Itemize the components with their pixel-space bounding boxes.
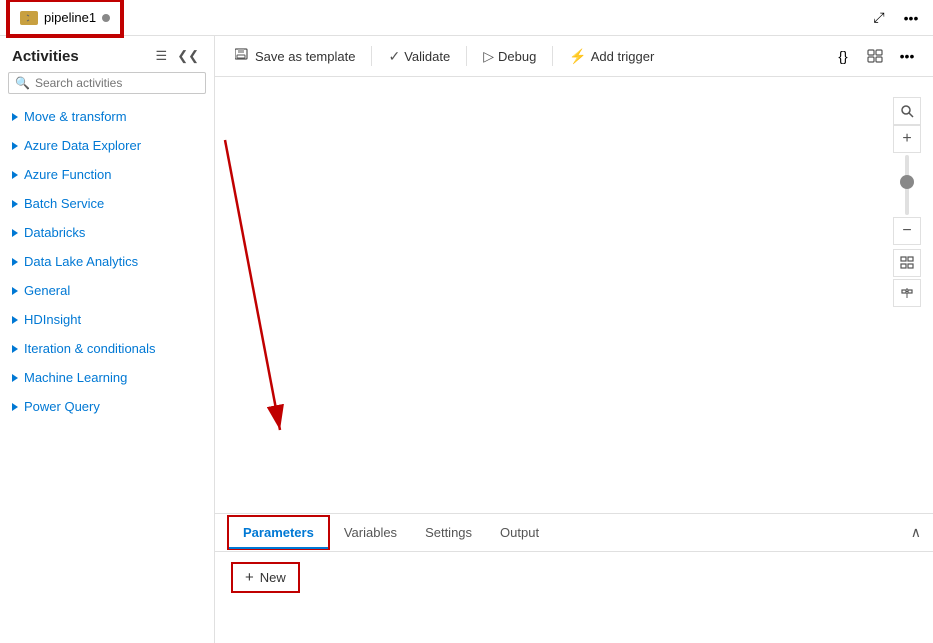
sidebar: Activities ☰ ❮❮ 🔍 Move & transform Azure…: [0, 36, 215, 643]
toolbar-separator-3: [552, 46, 553, 66]
fit-selection-button[interactable]: [893, 279, 921, 307]
add-trigger-icon: ⚡: [569, 48, 586, 65]
chevron-icon: [12, 142, 18, 150]
chevron-icon: [12, 403, 18, 411]
debug-label: Debug: [498, 49, 536, 64]
fit-screen-button[interactable]: [893, 249, 921, 277]
validate-icon: ✓: [388, 48, 400, 65]
activity-item-batch-service[interactable]: Batch Service: [0, 189, 214, 218]
canvas[interactable]: + −: [215, 77, 933, 513]
bottom-panel: Parameters Variables Settings Output ∧ +…: [215, 513, 933, 643]
unsaved-indicator: [102, 14, 110, 22]
activities-list: Move & transform Azure Data Explorer Azu…: [0, 102, 214, 643]
chevron-icon: [12, 287, 18, 295]
collapse-panel-icon[interactable]: ∧: [911, 524, 921, 541]
activity-label: Power Query: [24, 399, 100, 414]
chevron-icon: [12, 374, 18, 382]
activity-label: General: [24, 283, 70, 298]
bottom-content: + New: [215, 552, 933, 643]
activity-item-azure-data-explorer[interactable]: Azure Data Explorer: [0, 131, 214, 160]
annotation-arrow: [215, 77, 933, 513]
chevron-icon: [12, 316, 18, 324]
pipeline-tab[interactable]: pipeline1: [8, 0, 122, 36]
activity-label: Machine Learning: [24, 370, 127, 385]
activity-item-move-transform[interactable]: Move & transform: [0, 102, 214, 131]
more-options-toolbar-icon[interactable]: •••: [893, 42, 921, 70]
add-trigger-button[interactable]: ⚡ Add trigger: [561, 44, 662, 69]
add-trigger-label: Add trigger: [591, 49, 655, 64]
chevron-icon: [12, 171, 18, 179]
debug-button[interactable]: ▷ Debug: [475, 44, 544, 69]
plus-icon: +: [245, 569, 254, 586]
toolbar: Save as template ✓ Validate ▷ Debug ⚡ Ad…: [215, 36, 933, 77]
zoom-plus-button[interactable]: +: [893, 125, 921, 153]
new-button[interactable]: + New: [231, 562, 300, 593]
activity-label: Azure Data Explorer: [24, 138, 141, 153]
save-template-button[interactable]: Save as template: [227, 44, 363, 69]
sidebar-header: Activities ☰ ❮❮: [0, 36, 214, 72]
activity-item-power-query[interactable]: Power Query: [0, 392, 214, 421]
zoom-fit-buttons: [893, 249, 921, 307]
save-template-label: Save as template: [255, 49, 355, 64]
window-controls: ⤢ •••: [865, 4, 925, 32]
chevron-icon: [12, 229, 18, 237]
code-icon[interactable]: {}: [829, 42, 857, 70]
main-layout: Activities ☰ ❮❮ 🔍 Move & transform Azure…: [0, 36, 933, 643]
activity-label: Move & transform: [24, 109, 127, 124]
activity-label: Data Lake Analytics: [24, 254, 138, 269]
zoom-slider-track: [905, 155, 909, 215]
activity-label: HDInsight: [24, 312, 81, 327]
zoom-search-icon[interactable]: [893, 97, 921, 125]
zoom-slider-thumb[interactable]: [900, 175, 914, 189]
toolbar-separator-2: [466, 46, 467, 66]
collapse-icon[interactable]: ❮❮: [174, 46, 202, 66]
save-template-icon: [235, 48, 251, 65]
sidebar-header-icons: ☰ ❮❮: [153, 46, 202, 66]
activity-label: Iteration & conditionals: [24, 341, 156, 356]
search-input[interactable]: [35, 76, 199, 90]
activity-item-general[interactable]: General: [0, 276, 214, 305]
activity-label: Batch Service: [24, 196, 104, 211]
pipeline-icon: [20, 11, 38, 25]
zoom-minus-button[interactable]: −: [893, 217, 921, 245]
validate-label: Validate: [404, 49, 450, 64]
validate-button[interactable]: ✓ Validate: [380, 44, 458, 69]
expand-icon[interactable]: ⤢: [865, 4, 893, 32]
toolbar-separator: [371, 46, 372, 66]
toolbar-right: {} •••: [829, 42, 921, 70]
activity-item-azure-function[interactable]: Azure Function: [0, 160, 214, 189]
chevron-icon: [12, 200, 18, 208]
debug-icon: ▷: [483, 48, 494, 65]
tab-settings[interactable]: Settings: [411, 517, 486, 548]
tab-bar: pipeline1 ⤢ •••: [0, 0, 933, 36]
activity-label: Databricks: [24, 225, 85, 240]
zoom-controls: + −: [893, 97, 921, 307]
search-box: 🔍: [8, 72, 206, 94]
activity-item-data-lake-analytics[interactable]: Data Lake Analytics: [0, 247, 214, 276]
chevron-icon: [12, 258, 18, 266]
filter-icon[interactable]: ☰: [153, 46, 171, 66]
activity-item-databricks[interactable]: Databricks: [0, 218, 214, 247]
chevron-icon: [12, 113, 18, 121]
bottom-tabs: Parameters Variables Settings Output ∧: [215, 514, 933, 552]
chevron-icon: [12, 345, 18, 353]
template-icon[interactable]: [861, 42, 889, 70]
canvas-area: Save as template ✓ Validate ▷ Debug ⚡ Ad…: [215, 36, 933, 643]
sidebar-title: Activities: [12, 48, 79, 65]
activity-item-hdinsight[interactable]: HDInsight: [0, 305, 214, 334]
more-options-icon[interactable]: •••: [897, 4, 925, 32]
search-icon: 🔍: [15, 76, 30, 90]
new-button-label: New: [260, 570, 286, 585]
tab-output[interactable]: Output: [486, 517, 553, 548]
tab-parameters[interactable]: Parameters: [227, 515, 330, 550]
activity-item-machine-learning[interactable]: Machine Learning: [0, 363, 214, 392]
activity-item-iteration-conditionals[interactable]: Iteration & conditionals: [0, 334, 214, 363]
tab-title: pipeline1: [44, 10, 96, 25]
activity-label: Azure Function: [24, 167, 111, 182]
tab-variables[interactable]: Variables: [330, 517, 411, 548]
